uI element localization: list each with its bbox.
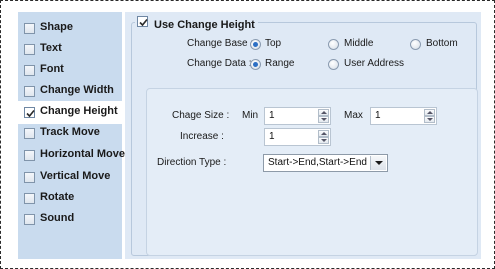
change-data-user-address-label: User Address bbox=[344, 58, 405, 69]
range-settings-box: Chage Size : Min 1 Max 1 Increase : 1 Di… bbox=[146, 88, 478, 256]
category-item-rotate[interactable]: Rotate bbox=[18, 187, 122, 210]
change-data-label: Change Data : bbox=[187, 58, 252, 69]
change-size-label: Chage Size : bbox=[172, 110, 230, 121]
category-label: Vertical Move bbox=[40, 170, 111, 182]
change-base-middle-label: Middle bbox=[344, 38, 374, 49]
category-label: Sound bbox=[40, 212, 75, 224]
change-base-middle-radio[interactable] bbox=[328, 39, 339, 50]
direction-type-value: Start->End,Start->End bbox=[268, 157, 367, 168]
max-value: 1 bbox=[375, 110, 381, 121]
category-item-font[interactable]: Font bbox=[18, 59, 122, 82]
max-spinbox[interactable]: 1 bbox=[370, 107, 437, 125]
category-item-shape[interactable]: Shape bbox=[18, 17, 122, 40]
min-label: Min bbox=[242, 110, 259, 121]
use-change-height-checkbox[interactable] bbox=[137, 16, 148, 27]
spin-down-icon[interactable] bbox=[424, 116, 435, 123]
check-icon bbox=[139, 18, 148, 27]
change-base-top-label: Top bbox=[265, 38, 282, 49]
category-list: Shape Text Font Change Width Change Heig… bbox=[18, 12, 125, 259]
change-base-bottom-radio[interactable] bbox=[410, 39, 421, 50]
category-item-vertical-move[interactable]: Vertical Move bbox=[18, 166, 122, 189]
change-height-panel: Change Base : Top Middle Bottom Change D… bbox=[125, 12, 481, 259]
spin-up-icon[interactable] bbox=[318, 130, 329, 137]
spin-down-icon[interactable] bbox=[318, 137, 329, 144]
property-frame: Shape Text Font Change Width Change Heig… bbox=[0, 0, 495, 269]
min-value: 1 bbox=[269, 110, 275, 121]
font-checkbox[interactable] bbox=[24, 65, 35, 76]
check-icon bbox=[26, 109, 35, 118]
spin-down-icon[interactable] bbox=[318, 116, 329, 123]
category-item-horizontal-move[interactable]: Horizontal Move bbox=[18, 144, 125, 167]
sound-checkbox[interactable] bbox=[24, 214, 35, 225]
increase-spinbox[interactable]: 1 bbox=[264, 128, 331, 146]
shape-checkbox[interactable] bbox=[24, 23, 35, 34]
spin-up-icon[interactable] bbox=[318, 109, 329, 116]
category-item-track-move[interactable]: Track Move bbox=[18, 122, 122, 145]
category-label: Change Width bbox=[40, 84, 114, 96]
rotate-checkbox[interactable] bbox=[24, 193, 35, 204]
max-label: Max bbox=[344, 110, 363, 121]
change-data-range-radio[interactable] bbox=[250, 59, 261, 70]
increase-value: 1 bbox=[269, 131, 275, 142]
chevron-down-icon[interactable] bbox=[370, 156, 386, 170]
direction-type-label: Direction Type : bbox=[157, 157, 227, 168]
change-base-label: Change Base : bbox=[187, 38, 254, 49]
category-label: Change Height bbox=[40, 105, 118, 117]
change-data-user-address-radio[interactable] bbox=[328, 59, 339, 70]
category-label: Shape bbox=[40, 21, 74, 33]
group-title: Use Change Height bbox=[154, 19, 255, 31]
text-checkbox[interactable] bbox=[24, 44, 35, 55]
track-move-checkbox[interactable] bbox=[24, 128, 35, 139]
category-label: Track Move bbox=[40, 126, 100, 138]
change-data-range-label: Range bbox=[265, 58, 295, 69]
category-label: Rotate bbox=[40, 191, 75, 203]
use-change-height-toggle[interactable]: Use Change Height bbox=[135, 15, 258, 31]
change-height-checkbox[interactable] bbox=[24, 107, 35, 118]
vertical-move-checkbox[interactable] bbox=[24, 172, 35, 183]
category-item-text[interactable]: Text bbox=[18, 38, 122, 61]
spin-buttons bbox=[318, 109, 329, 123]
change-width-checkbox[interactable] bbox=[24, 86, 35, 97]
change-base-bottom-label: Bottom bbox=[426, 38, 458, 49]
increase-label: Increase : bbox=[180, 131, 224, 142]
direction-type-select[interactable]: Start->End,Start->End bbox=[263, 154, 388, 172]
min-spinbox[interactable]: 1 bbox=[264, 107, 331, 125]
change-base-top-radio[interactable] bbox=[250, 39, 261, 50]
category-item-change-width[interactable]: Change Width bbox=[18, 80, 122, 103]
spin-buttons bbox=[318, 130, 329, 144]
category-label: Text bbox=[40, 42, 62, 54]
category-item-sound[interactable]: Sound bbox=[18, 208, 122, 231]
category-item-change-height[interactable]: Change Height bbox=[18, 101, 122, 124]
category-label: Font bbox=[40, 63, 64, 75]
category-label: Horizontal Move bbox=[40, 148, 125, 160]
spin-buttons bbox=[424, 109, 435, 123]
spin-up-icon[interactable] bbox=[424, 109, 435, 116]
horizontal-move-checkbox[interactable] bbox=[24, 150, 35, 161]
